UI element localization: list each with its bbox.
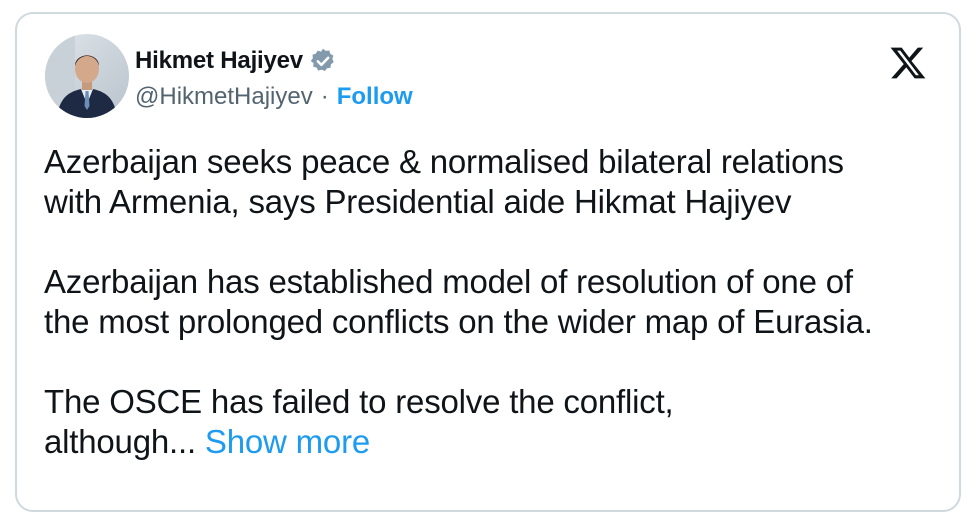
tweet-paragraph-2: Azerbaijan has established model of reso…: [44, 263, 873, 340]
tweet-paragraph-1: Azerbaijan seeks peace & normalised bila…: [44, 143, 844, 220]
avatar[interactable]: [45, 34, 129, 118]
follow-button[interactable]: Follow: [337, 83, 413, 111]
tweet-paragraph-3: The OSCE has failed to resolve the confl…: [44, 382, 944, 462]
tweet-card[interactable]: Hikmet Hajiyev @HikmetHajiyev · Follow A…: [15, 12, 961, 512]
author-handle[interactable]: @HikmetHajiyev: [135, 83, 313, 111]
x-logo-icon[interactable]: [889, 44, 927, 82]
verified-badge-icon: [309, 47, 337, 75]
separator-dot: ·: [320, 83, 329, 110]
tweet-text: Azerbaijan seeks peace & normalised bila…: [44, 142, 944, 462]
author-name[interactable]: Hikmet Hajiyev: [135, 47, 303, 75]
show-more-link[interactable]: Show more: [205, 423, 370, 460]
